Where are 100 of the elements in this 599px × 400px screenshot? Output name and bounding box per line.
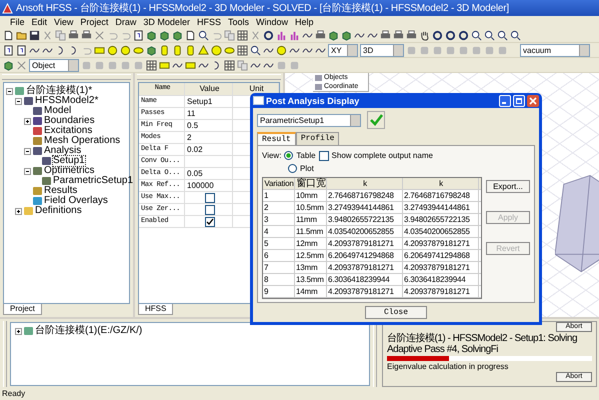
printer-icon[interactable] bbox=[315, 30, 326, 40]
help-icon[interactable] bbox=[133, 30, 144, 40]
expand-toggle-icon[interactable] bbox=[15, 208, 22, 214]
menu-item[interactable]: HFSS bbox=[196, 17, 221, 27]
tree-item[interactable]: Setup1 bbox=[53, 156, 85, 166]
setup-dropdown[interactable]: ParametricSetup1 bbox=[257, 114, 361, 126]
checkbox[interactable] bbox=[204, 192, 214, 202]
block-icon[interactable] bbox=[146, 44, 157, 56]
folder-icon[interactable] bbox=[16, 30, 27, 40]
menu-item[interactable]: Help bbox=[295, 17, 314, 27]
object-dropdown[interactable]: Object bbox=[29, 58, 79, 72]
property-value[interactable]: Setup1 bbox=[185, 96, 233, 107]
menu-item[interactable]: Draw bbox=[115, 17, 136, 27]
rectangle-icon[interactable] bbox=[159, 60, 170, 70]
bar-chart-icon[interactable] bbox=[289, 30, 300, 40]
tree-item[interactable]: Excitations bbox=[44, 126, 92, 136]
property-value[interactable]: 0.5 bbox=[185, 120, 233, 131]
menu-item[interactable]: File bbox=[10, 17, 25, 27]
tree-item[interactable]: Model bbox=[44, 106, 72, 116]
expand-toggle-icon[interactable] bbox=[24, 148, 31, 154]
rotate-icon[interactable] bbox=[458, 30, 469, 40]
cylinder-icon[interactable] bbox=[185, 44, 196, 56]
menu-item[interactable]: Tools bbox=[228, 17, 249, 27]
menu-item[interactable]: 3D Modeler bbox=[143, 17, 190, 27]
printer-icon[interactable] bbox=[68, 30, 79, 40]
radio-button[interactable] bbox=[284, 151, 294, 160]
printer-icon[interactable] bbox=[81, 30, 92, 40]
help-icon[interactable] bbox=[3, 44, 14, 56]
expand-toggle-icon[interactable] bbox=[6, 88, 13, 94]
rectangle-icon[interactable] bbox=[185, 60, 196, 70]
property-value[interactable]: 2 bbox=[185, 132, 233, 143]
tab[interactable]: Profile bbox=[296, 132, 340, 145]
tree-item[interactable]: 台阶连接模(1)* bbox=[26, 86, 92, 96]
cone-icon[interactable] bbox=[198, 44, 209, 56]
menu-item[interactable]: Project bbox=[80, 17, 108, 27]
panel-tab[interactable]: Project bbox=[3, 304, 42, 315]
expand-toggle-icon[interactable] bbox=[15, 328, 22, 334]
property-value[interactable]: 11 bbox=[185, 108, 233, 119]
rotate-icon[interactable] bbox=[432, 30, 443, 40]
grid-icon[interactable] bbox=[237, 30, 248, 40]
zoom-icon[interactable] bbox=[471, 30, 482, 40]
ellipse-icon[interactable] bbox=[224, 44, 235, 56]
tab[interactable]: Result bbox=[257, 132, 296, 145]
menu-item[interactable]: Edit bbox=[32, 17, 48, 27]
zoom-icon[interactable] bbox=[198, 30, 209, 40]
property-value[interactable]: 100000 bbox=[185, 180, 233, 191]
panel-tab[interactable]: HFSS bbox=[138, 304, 174, 315]
sphere-icon[interactable] bbox=[211, 44, 222, 56]
block-icon[interactable] bbox=[172, 30, 183, 40]
block-icon[interactable] bbox=[341, 30, 352, 40]
checkbox[interactable] bbox=[204, 216, 214, 226]
close-dialog-button[interactable]: Close bbox=[365, 306, 427, 319]
property-value[interactable]: 0.02 bbox=[185, 144, 233, 155]
plane-dropdown[interactable]: XY bbox=[328, 44, 358, 56]
radio-button[interactable] bbox=[288, 164, 297, 173]
cylinder-icon[interactable] bbox=[172, 44, 183, 56]
printer-icon[interactable] bbox=[393, 30, 404, 40]
zoom-icon[interactable] bbox=[250, 44, 261, 56]
block-icon[interactable] bbox=[146, 30, 157, 40]
circle-icon[interactable] bbox=[120, 44, 131, 56]
tree-item[interactable]: 台阶连接模(1)(E:/GZ/K/) bbox=[35, 326, 142, 336]
expand-toggle-icon[interactable] bbox=[15, 98, 22, 104]
apply-check-button[interactable] bbox=[367, 111, 385, 129]
document-icon[interactable] bbox=[3, 30, 14, 40]
circle-icon[interactable] bbox=[107, 44, 118, 56]
grid-icon[interactable] bbox=[237, 44, 248, 56]
close-button[interactable] bbox=[527, 94, 539, 106]
bar-chart-icon[interactable] bbox=[276, 30, 287, 40]
tree-item[interactable]: Optimetrics bbox=[44, 166, 95, 176]
menu-item[interactable]: View bbox=[54, 17, 74, 27]
checkbox[interactable] bbox=[318, 150, 329, 160]
tree-item[interactable]: Boundaries bbox=[44, 116, 95, 126]
tree-item[interactable]: ParametricSetup1 bbox=[53, 176, 134, 186]
rotate-icon[interactable] bbox=[445, 30, 456, 40]
expand-toggle-icon[interactable] bbox=[24, 168, 31, 174]
printer-icon[interactable] bbox=[380, 30, 391, 40]
tree-item[interactable]: Analysis bbox=[44, 146, 82, 156]
material-dropdown[interactable]: vacuum bbox=[520, 44, 590, 56]
save-icon[interactable] bbox=[29, 30, 40, 40]
tree-item[interactable]: Results bbox=[44, 186, 78, 196]
panel-grip-bar[interactable] bbox=[3, 321, 7, 387]
cross-icon[interactable] bbox=[16, 60, 27, 70]
document-icon[interactable] bbox=[185, 30, 196, 40]
zoom-icon[interactable] bbox=[497, 30, 508, 40]
ellipse-icon[interactable] bbox=[133, 44, 144, 56]
block-icon[interactable] bbox=[159, 30, 170, 40]
maximize-button[interactable] bbox=[513, 94, 525, 106]
cross-icon[interactable] bbox=[94, 30, 105, 40]
tree-item[interactable]: HFSSModel2* bbox=[35, 96, 98, 106]
grid-icon[interactable] bbox=[224, 60, 235, 70]
tree-item[interactable]: Definitions bbox=[35, 206, 82, 216]
zoom-icon[interactable] bbox=[510, 30, 521, 40]
cylinder-icon[interactable] bbox=[159, 44, 170, 56]
zoom-icon[interactable] bbox=[484, 30, 495, 40]
view-dropdown[interactable]: 3D bbox=[360, 44, 404, 56]
printer-icon[interactable] bbox=[406, 30, 417, 40]
hand-icon[interactable] bbox=[419, 30, 430, 40]
circle-icon[interactable] bbox=[276, 44, 287, 56]
rectangle-icon[interactable] bbox=[94, 44, 105, 56]
menu-item[interactable]: Window bbox=[256, 17, 288, 27]
